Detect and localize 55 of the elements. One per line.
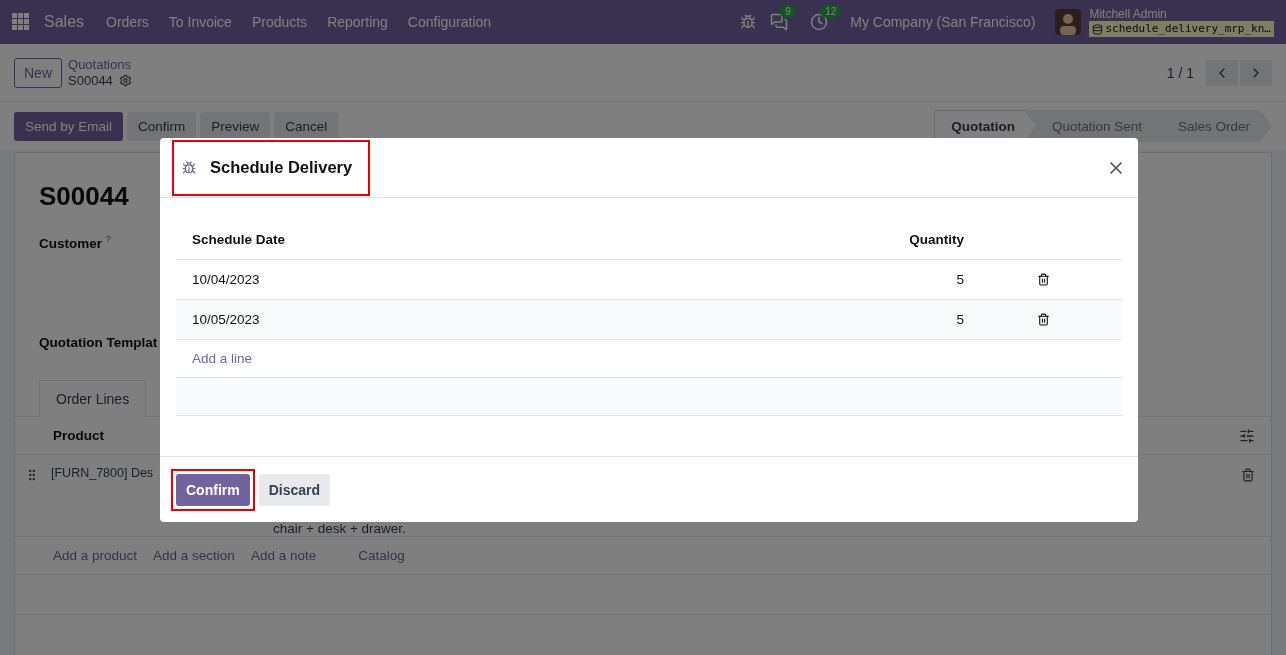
app-title[interactable]: Sales [44,13,85,31]
stage-button[interactable]: Sales Order [1149,110,1272,142]
menu-item[interactable]: Configuration [407,14,492,30]
record-name: S00044 [68,72,113,89]
next-button[interactable] [1240,59,1272,86]
bug-icon[interactable] [740,14,757,30]
field-label: Customer [39,235,102,251]
action-button[interactable]: Preview [200,111,271,141]
sliders-icon[interactable] [1239,427,1255,444]
add-link[interactable]: Catalog [358,547,405,563]
menu-item[interactable]: Reporting [327,14,388,30]
menu-item[interactable]: Products [251,14,308,30]
column-header: Schedule Date [192,232,287,247]
quantity-cell-text: 5 [955,272,964,287]
previous-button[interactable] [1206,59,1238,86]
avatar[interactable] [1055,9,1082,35]
dialog-title: Schedule Delivery [210,158,354,177]
chat-icon[interactable] [770,13,789,31]
breadcrumb-link[interactable]: Quotations [68,56,132,73]
add-link[interactable]: Add a note [250,547,317,563]
action-button[interactable]: Send by Email [14,111,124,141]
clock-icon[interactable] [810,13,829,31]
product-cell: [FURN_7800] Des [51,465,154,480]
confirm-button[interactable]: Confirm [176,473,250,506]
discard-button[interactable]: Discard [258,473,331,506]
date-cell-text: 10/05/2023 [192,312,261,327]
new-button[interactable]: New [14,57,62,88]
user-name[interactable]: Mitchell Admin [1089,7,1274,21]
quantity-cell-text: 5 [955,312,964,327]
database-name: schedule_delivery_mrp_kn… [1089,21,1274,37]
action-button[interactable]: Confirm [127,111,197,141]
add-link[interactable]: Add a product [53,547,138,563]
date-cell-text: 10/04/2023 [192,272,261,287]
database-icon [1092,23,1104,35]
apps-icon[interactable] [12,13,30,31]
add-line-link[interactable]: Add a line [192,351,818,366]
menu-item[interactable]: Orders [106,14,149,30]
action-button[interactable]: Cancel [274,111,339,141]
column-header: Product [53,427,104,443]
gear-icon[interactable] [118,74,132,87]
description-text: chair + desk + drawer. [273,520,406,536]
chat-count: 9 [780,5,796,18]
menu-item[interactable]: To Invoice [168,14,232,30]
company-switcher[interactable]: My Company (San Francisco) [850,14,1036,30]
record-title: S00044 [39,181,129,212]
activity-count: 12 [820,5,842,18]
pager-value: 1 / 1 [1166,64,1194,81]
column-header: Quantity [908,232,964,247]
tab[interactable]: Order Lines [39,379,147,417]
field-label: Quotation Templat [39,334,158,350]
bug-icon [182,160,196,175]
help-mark[interactable]: ? [105,234,111,244]
trash-icon[interactable] [1036,273,1050,286]
trash-icon[interactable] [1036,313,1050,326]
add-link[interactable]: Add a section [153,547,235,563]
